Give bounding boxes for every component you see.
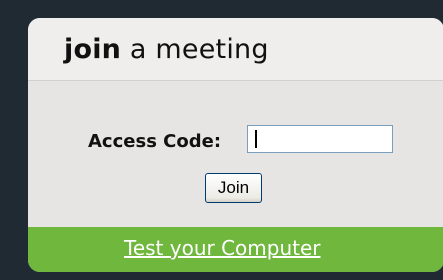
card-title-bold: join [64, 34, 122, 65]
access-code-label: Access Code: [88, 131, 222, 152]
join-button[interactable]: Join [205, 173, 262, 203]
card-title-rest: a meeting [121, 34, 269, 65]
footer-bar: Test your Computer [28, 227, 443, 272]
page-background: join a meeting Access Code: Join Test yo… [0, 0, 443, 280]
card-header: join a meeting [28, 18, 443, 81]
text-caret [255, 130, 257, 148]
test-your-computer-link[interactable]: Test your Computer [124, 236, 321, 260]
card-title: join a meeting [64, 34, 269, 65]
join-meeting-card: join a meeting Access Code: Join Test yo… [28, 18, 443, 272]
access-code-row: Access Code: [28, 125, 443, 157]
access-code-input[interactable] [247, 125, 393, 153]
